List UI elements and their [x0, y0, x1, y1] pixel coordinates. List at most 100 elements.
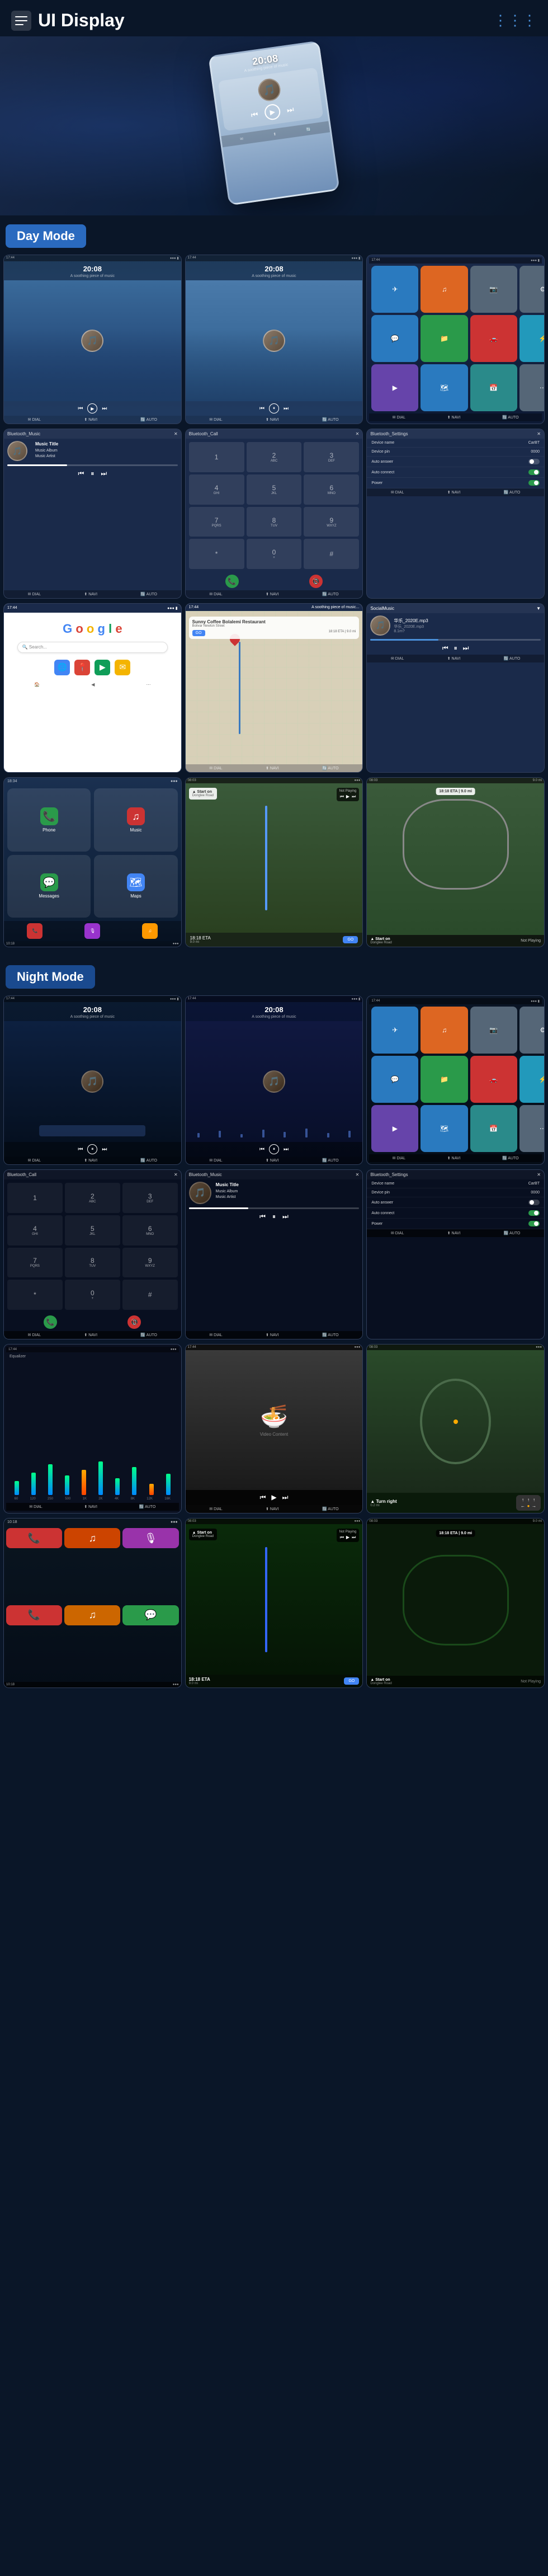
key-3[interactable]: 3DEF	[304, 442, 359, 472]
night-app-telegram[interactable]: ✈	[371, 1007, 418, 1054]
night-bt-play[interactable]: ⏸	[272, 1212, 276, 1221]
night-key-1[interactable]: 1	[7, 1183, 63, 1213]
nav-icon[interactable]: ⋮⋮⋮	[493, 12, 537, 29]
app-telegram[interactable]: ✈	[371, 266, 418, 313]
night-setting-power[interactable]: Power	[367, 1219, 544, 1229]
app-photos[interactable]: 📷	[470, 266, 517, 313]
map-go-btn[interactable]: GO	[192, 630, 205, 636]
setting-auto-connect[interactable]: Auto connect	[367, 467, 544, 478]
night-key-7[interactable]: 7PQRS	[7, 1248, 63, 1278]
night-key-hash[interactable]: #	[122, 1280, 178, 1310]
google-icon-back[interactable]: ◀	[91, 682, 95, 687]
key-6[interactable]: 6MNO	[304, 474, 359, 505]
prev-btn-2[interactable]: ⏮	[259, 406, 264, 412]
setting-power[interactable]: Power	[367, 478, 544, 488]
next-btn-2[interactable]: ⏭	[284, 406, 289, 412]
night-app-video[interactable]: ▶	[371, 1105, 418, 1152]
key-5[interactable]: 5JKL	[247, 474, 302, 505]
call-btn[interactable]: 📞	[225, 575, 239, 588]
night-power-toggle[interactable]	[528, 1221, 540, 1226]
prev-btn-1[interactable]: ⏮	[78, 406, 83, 412]
np-prev[interactable]: ⏮	[340, 794, 344, 800]
night-key-star[interactable]: *	[7, 1280, 63, 1310]
np-next[interactable]: ⏭	[352, 794, 356, 800]
night-app-map[interactable]: 🗺	[421, 1105, 467, 1152]
shortcut-youtube[interactable]: ▶	[95, 660, 110, 675]
dock-podcast[interactable]: 🎙	[84, 923, 100, 939]
bt-next[interactable]: ⏭	[101, 469, 107, 478]
end-call-btn[interactable]: 📵	[309, 575, 323, 588]
app-map[interactable]: 🗺	[421, 364, 467, 411]
np-play[interactable]: ▶	[346, 794, 349, 800]
carplay-messages[interactable]: 💬 Messages	[7, 855, 91, 918]
play-btn-1[interactable]: ▶	[87, 403, 97, 413]
night-key-3[interactable]: 3DEF	[122, 1183, 178, 1213]
auto-answer-toggle[interactable]	[528, 459, 540, 464]
key-star[interactable]: *	[189, 539, 244, 569]
night-app-music[interactable]: ♫	[421, 1007, 467, 1054]
night-key-2[interactable]: 2ABC	[65, 1183, 120, 1213]
social-prev[interactable]: ⏮	[442, 644, 448, 652]
night-call-btn[interactable]: 📞	[44, 1315, 57, 1329]
night-waze-go[interactable]: GO	[344, 1677, 359, 1685]
play-btn-2[interactable]: ⏸	[269, 403, 279, 413]
night-next-1[interactable]: ⏭	[102, 1146, 107, 1153]
bt-progress[interactable]	[7, 464, 178, 466]
night-key-0[interactable]: 0+	[65, 1280, 120, 1310]
app-bt[interactable]: ⚡	[519, 315, 545, 362]
key-9[interactable]: 9WXYZ	[304, 507, 359, 537]
night-app-bt[interactable]: ⚡	[519, 1056, 545, 1103]
next-btn-1[interactable]: ⏭	[102, 406, 107, 412]
night-np-next[interactable]: ⏭	[352, 1535, 356, 1540]
app-wechat[interactable]: 💬	[371, 315, 418, 362]
carplay-music[interactable]: ♫ Music	[94, 788, 177, 851]
night-np-play[interactable]: ▶	[346, 1535, 349, 1540]
night-np-prev[interactable]: ⏮	[340, 1535, 344, 1540]
night-cp-phone2[interactable]: 📞	[6, 1605, 62, 1625]
carplay-phone[interactable]: 📞 Phone	[7, 788, 91, 851]
power-toggle[interactable]	[528, 480, 540, 486]
waze-go-btn[interactable]: GO	[343, 936, 358, 943]
social-next[interactable]: ⏭	[463, 644, 469, 652]
night-bt-progress[interactable]	[189, 1207, 360, 1209]
key-1[interactable]: 1	[189, 442, 244, 472]
app-more[interactable]: ⋯	[519, 364, 545, 411]
night-prev-2[interactable]: ⏮	[259, 1146, 264, 1153]
google-icon-menu[interactable]: ⋯	[147, 682, 151, 687]
app-files[interactable]: 📁	[421, 315, 467, 362]
shortcut-chrome[interactable]: 🌐	[54, 660, 70, 675]
night-auto-answer-toggle[interactable]	[528, 1200, 540, 1205]
google-search-bar[interactable]: 🔍 Search...	[17, 642, 168, 653]
night-app-wechat[interactable]: 💬	[371, 1056, 418, 1103]
night-cp-msg[interactable]: 💬	[122, 1605, 178, 1625]
app-cal[interactable]: 📅	[470, 364, 517, 411]
key-4[interactable]: 4GHI	[189, 474, 244, 505]
social-play[interactable]: ⏸	[454, 644, 457, 652]
shortcut-gmail[interactable]: ✉	[115, 660, 130, 675]
hero-play-btn[interactable]: ▶	[263, 103, 281, 121]
night-app-more[interactable]: ⋯	[519, 1105, 545, 1152]
setting-auto-answer[interactable]: Auto answer	[367, 457, 544, 467]
night-app-settings[interactable]: ⚙	[519, 1007, 545, 1054]
bt-prev[interactable]: ⏮	[78, 469, 84, 478]
night-key-9[interactable]: 9WXYZ	[122, 1248, 178, 1278]
night-cp-podcast[interactable]: 🎙	[122, 1528, 178, 1548]
hero-prev-btn[interactable]: ⏮	[251, 109, 259, 120]
dock-phone[interactable]: 📞	[27, 923, 42, 939]
bt-play[interactable]: ⏸	[91, 469, 94, 478]
menu-icon[interactable]	[11, 11, 31, 31]
auto-connect-toggle[interactable]	[528, 469, 540, 475]
night-key-4[interactable]: 4GHI	[7, 1215, 63, 1245]
app-video[interactable]: ▶	[371, 364, 418, 411]
dock-spotify[interactable]: ♫	[142, 923, 158, 939]
night-key-5[interactable]: 5JKL	[65, 1215, 120, 1245]
carplay-maps[interactable]: 🗺 Maps	[94, 855, 177, 918]
night-prev-1[interactable]: ⏮	[78, 1146, 83, 1153]
app-vehicle[interactable]: 🚗	[470, 315, 517, 362]
night-cp-spotify[interactable]: ♫	[64, 1605, 120, 1625]
shortcut-maps[interactable]: 📍	[74, 660, 90, 675]
night-app-files[interactable]: 📁	[421, 1056, 467, 1103]
hero-next-btn[interactable]: ⏭	[286, 104, 295, 115]
night-setting-auto-connect[interactable]: Auto connect	[367, 1208, 544, 1219]
key-7[interactable]: 7PQRS	[189, 507, 244, 537]
